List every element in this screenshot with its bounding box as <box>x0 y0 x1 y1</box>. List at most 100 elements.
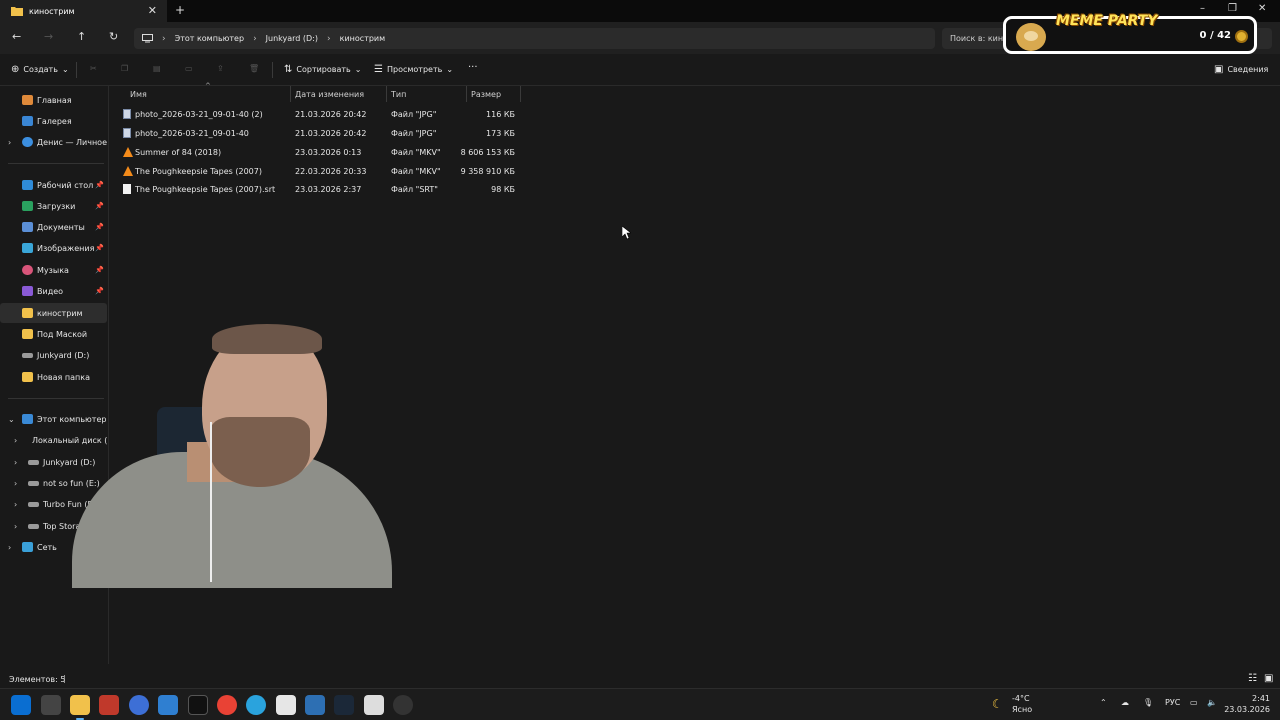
pin-icon[interactable]: 📌 <box>95 266 104 274</box>
view-label: Просмотреть <box>386 65 443 74</box>
tray-expand-icon[interactable]: ⌃ <box>1100 698 1107 707</box>
pin-icon[interactable]: 📌 <box>95 181 104 189</box>
sidebar-item-gallery[interactable]: Галерея <box>0 111 107 131</box>
telegram-icon[interactable] <box>246 695 266 715</box>
rename-icon[interactable]: ▭ <box>185 64 193 73</box>
app-icon[interactable] <box>364 695 384 715</box>
file-type: Файл "JPG" <box>391 129 437 138</box>
minimize-button[interactable]: – <box>1200 3 1205 14</box>
details-button[interactable]: ▣ Сведения <box>1214 64 1268 75</box>
paste-icon[interactable]: ▤ <box>153 64 161 73</box>
forward-arrow-icon[interactable]: → <box>44 30 53 43</box>
file-row[interactable]: The Poughkeepsie Tapes (2007).srt 23.03.… <box>118 180 521 199</box>
sidebar-item-label: Галерея <box>37 116 72 126</box>
sidebar-item-kinostream[interactable]: кинострим <box>0 303 107 323</box>
column-divider[interactable] <box>466 86 467 102</box>
sidebar-item-documents[interactable]: Документы 📌 <box>0 217 107 237</box>
app-icon[interactable] <box>99 695 119 715</box>
column-header-size[interactable]: Размер <box>471 86 501 102</box>
app-icon[interactable] <box>276 695 296 715</box>
back-arrow-icon[interactable]: ← <box>12 30 21 43</box>
tiles-view-icon[interactable]: ▣ <box>1264 673 1273 684</box>
tray-app-icon[interactable]: ☁ <box>1121 698 1129 707</box>
cut-icon[interactable]: ✂ <box>90 64 97 73</box>
pin-icon[interactable]: 📌 <box>95 202 104 210</box>
column-divider[interactable] <box>520 86 521 102</box>
file-row[interactable]: The Poughkeepsie Tapes (2007) 22.03.2026… <box>118 162 521 181</box>
text-file-icon <box>123 184 131 194</box>
weather-description[interactable]: Ясно <box>1012 705 1032 714</box>
file-row[interactable]: photo_2026-03-21_09-01-40 (2) 21.03.2026… <box>118 105 521 124</box>
column-header-date[interactable]: Дата изменения <box>295 86 364 102</box>
steam-icon[interactable] <box>334 695 354 715</box>
delete-icon[interactable]: 🗑 <box>249 64 259 73</box>
doge-icon <box>1016 23 1046 51</box>
sidebar-item-pictures[interactable]: Изображения 📌 <box>0 238 107 258</box>
chevron-right-icon: › <box>14 521 18 531</box>
file-type: Файл "MKV" <box>391 167 441 176</box>
vlc-icon <box>123 166 133 176</box>
sidebar-item-videos[interactable]: Видео 📌 <box>0 281 107 301</box>
create-button[interactable]: ⊕ Создать ⌄ <box>11 64 69 75</box>
drive-icon <box>28 459 39 465</box>
up-arrow-icon[interactable]: ↑ <box>77 30 86 43</box>
app-icon[interactable] <box>129 695 149 715</box>
volume-icon[interactable]: 🔈 <box>1207 698 1217 707</box>
breadcrumb-this-pc[interactable]: Этот компьютер <box>175 34 244 43</box>
microphone-icon[interactable]: 🎙 <box>1143 698 1153 707</box>
sidebar-item-music[interactable]: Музыка 📌 <box>0 260 107 280</box>
obs-icon[interactable] <box>393 695 413 715</box>
pin-icon[interactable]: 📌 <box>95 244 104 252</box>
pictures-icon <box>22 243 33 253</box>
column-divider[interactable] <box>290 86 291 102</box>
webcam-overlay <box>62 322 395 588</box>
details-view-icon[interactable]: ☷ <box>1248 673 1257 684</box>
pin-icon[interactable]: 📌 <box>95 287 104 295</box>
sidebar-item-downloads[interactable]: Загрузки 📌 <box>0 196 107 216</box>
start-icon[interactable] <box>11 695 31 715</box>
chevron-right-icon: › <box>253 33 257 44</box>
close-tab-icon[interactable]: ✕ <box>148 4 157 17</box>
sidebar-item-onedrive[interactable]: › Денис — Личное <box>0 132 107 152</box>
share-icon[interactable]: ⇪ <box>217 64 224 73</box>
breadcrumb-kinostream[interactable]: кинострим <box>340 34 386 43</box>
column-header-name[interactable]: Имя <box>130 86 147 102</box>
file-row[interactable]: photo_2026-03-21_09-01-40 21.03.2026 20:… <box>118 124 521 143</box>
mouse-cursor-icon <box>622 226 631 240</box>
task-view-icon[interactable] <box>41 695 61 715</box>
earphone-wire <box>210 422 212 582</box>
sidebar-item-home[interactable]: Главная <box>0 90 107 110</box>
address-bar[interactable]: › Этот компьютер › Junkyard (D:) › кинос… <box>134 28 935 49</box>
close-window-button[interactable]: ✕ <box>1258 3 1266 14</box>
weather-temperature[interactable]: -4°C <box>1012 694 1030 703</box>
app-icon[interactable] <box>188 695 208 715</box>
pin-icon[interactable]: 📌 <box>95 223 104 231</box>
refresh-icon[interactable]: ↻ <box>109 30 118 43</box>
new-tab-button[interactable]: + <box>175 3 185 17</box>
sidebar-item-label: Загрузки <box>37 201 76 211</box>
app-icon[interactable] <box>158 695 178 715</box>
chrome-icon[interactable] <box>217 695 237 715</box>
column-header-type[interactable]: Тип <box>391 86 406 102</box>
sidebar-item-desktop[interactable]: Рабочий стол 📌 <box>0 175 107 195</box>
clock[interactable]: 2:41 23.03.2026 <box>1224 693 1270 715</box>
app-icon[interactable] <box>305 695 325 715</box>
tab-kinostream[interactable]: кинострим ✕ <box>0 0 167 22</box>
file-size: 9 358 910 КБ <box>460 167 515 176</box>
more-options-icon[interactable]: ··· <box>468 62 478 73</box>
weather-moon-icon[interactable]: ☾ <box>992 697 1003 711</box>
folder-icon <box>11 7 23 16</box>
sort-button[interactable]: ⇅ Сортировать ⌄ <box>284 64 361 75</box>
chevron-right-icon: › <box>14 499 18 509</box>
status-bar: Элементов: 5 | ☷ ▣ <box>0 672 1280 688</box>
language-indicator[interactable]: РУС <box>1165 698 1180 707</box>
view-button[interactable]: ☰ Просмотреть ⌄ <box>374 64 453 75</box>
copy-icon[interactable]: ❐ <box>121 64 128 73</box>
maximize-button[interactable]: ❐ <box>1228 3 1237 14</box>
network-icon[interactable]: ▭ <box>1190 698 1198 707</box>
column-divider[interactable] <box>386 86 387 102</box>
file-row[interactable]: Summer of 84 (2018) 23.03.2026 0:13 Файл… <box>118 143 521 162</box>
breadcrumb-junkyard[interactable]: Junkyard (D:) <box>266 34 318 43</box>
file-explorer-icon[interactable] <box>70 695 90 720</box>
sidebar-item-label: Видео <box>37 286 64 296</box>
